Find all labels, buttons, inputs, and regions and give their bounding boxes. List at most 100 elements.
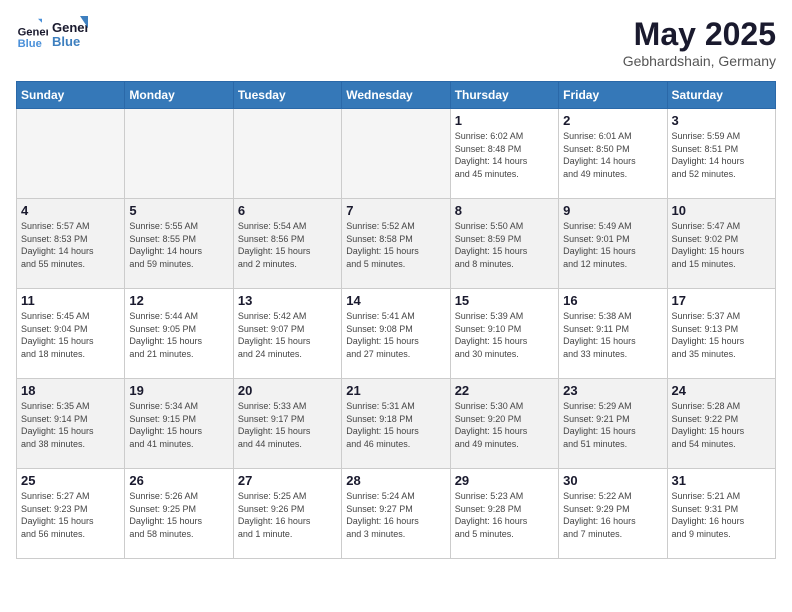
day-info: Sunrise: 5:21 AM Sunset: 9:31 PM Dayligh…: [672, 490, 771, 540]
day-number: 28: [346, 473, 445, 488]
calendar-day-cell: 6 Sunrise: 5:54 AM Sunset: 8:56 PM Daylig…: [233, 199, 341, 289]
day-number: 18: [21, 383, 120, 398]
day-header-tuesday: Tuesday: [233, 82, 341, 109]
day-info: Sunrise: 5:39 AM Sunset: 9:10 PM Dayligh…: [455, 310, 554, 360]
day-info: Sunrise: 5:34 AM Sunset: 9:15 PM Dayligh…: [129, 400, 228, 450]
calendar-header-row: SundayMondayTuesdayWednesdayThursdayFrid…: [17, 82, 776, 109]
page-header: General Blue General Blue May 2025 Gebha…: [16, 16, 776, 69]
calendar-day-cell: 9Sunrise: 5:49 AM Sunset: 9:01 PM Daylig…: [559, 199, 667, 289]
day-info: Sunrise: 5:25 AM Sunset: 9:26 PM Dayligh…: [238, 490, 337, 540]
title-block: May 2025 Gebhardshain, Germany: [623, 16, 776, 69]
calendar-week-row: 4 Sunrise: 5:57 AM Sunset: 8:53 PM Daylig…: [17, 199, 776, 289]
day-info: Sunrise: 5:31 AM Sunset: 9:18 PM Dayligh…: [346, 400, 445, 450]
day-number: 24: [672, 383, 771, 398]
day-info: Sunrise: 5:28 AM Sunset: 9:22 PM Dayligh…: [672, 400, 771, 450]
day-number: 2: [563, 113, 662, 128]
svg-text:General: General: [18, 27, 48, 39]
day-header-sunday: Sunday: [17, 82, 125, 109]
calendar-day-cell: 15 Sunrise: 5:39 AM Sunset: 9:10 PM Dayli…: [450, 289, 558, 379]
location-subtitle: Gebhardshain, Germany: [623, 53, 776, 69]
day-number: 31: [672, 473, 771, 488]
day-number: 27: [238, 473, 337, 488]
calendar-day-cell: 25 Sunrise: 5:27 AM Sunset: 9:23 PM Dayli…: [17, 469, 125, 559]
day-number: 3: [672, 113, 771, 128]
day-info: Sunrise: 5:54 AM Sunset: 8:56 PM Dayligh…: [238, 220, 337, 270]
calendar-week-row: 1 Sunrise: 6:02 AM Sunset: 8:48 PM Daylig…: [17, 109, 776, 199]
calendar-day-cell: 11Sunrise: 5:45 AM Sunset: 9:04 PM Dayli…: [17, 289, 125, 379]
calendar-day-cell: 22 Sunrise: 5:30 AM Sunset: 9:20 PM Dayli…: [450, 379, 558, 469]
day-header-friday: Friday: [559, 82, 667, 109]
day-info: Sunrise: 5:59 AM Sunset: 8:51 PM Dayligh…: [672, 130, 771, 180]
calendar-day-cell: 31 Sunrise: 5:21 AM Sunset: 9:31 PM Dayli…: [667, 469, 775, 559]
calendar-day-cell: 5Sunrise: 5:55 AM Sunset: 8:55 PM Daylig…: [125, 199, 233, 289]
logo: General Blue General Blue: [16, 16, 88, 52]
day-number: 9: [563, 203, 662, 218]
calendar-week-row: 18 Sunrise: 5:35 AM Sunset: 9:14 PM Dayli…: [17, 379, 776, 469]
day-number: 8: [455, 203, 554, 218]
calendar-week-row: 11Sunrise: 5:45 AM Sunset: 9:04 PM Dayli…: [17, 289, 776, 379]
day-header-monday: Monday: [125, 82, 233, 109]
calendar-week-row: 25 Sunrise: 5:27 AM Sunset: 9:23 PM Dayli…: [17, 469, 776, 559]
day-number: 12: [129, 293, 228, 308]
calendar-table: SundayMondayTuesdayWednesdayThursdayFrid…: [16, 81, 776, 559]
day-info: Sunrise: 5:35 AM Sunset: 9:14 PM Dayligh…: [21, 400, 120, 450]
day-info: Sunrise: 5:23 AM Sunset: 9:28 PM Dayligh…: [455, 490, 554, 540]
calendar-day-cell: 16 Sunrise: 5:38 AM Sunset: 9:11 PM Dayli…: [559, 289, 667, 379]
day-number: 25: [21, 473, 120, 488]
day-number: 30: [563, 473, 662, 488]
day-number: 1: [455, 113, 554, 128]
calendar-day-cell: [342, 109, 450, 199]
day-info: Sunrise: 5:27 AM Sunset: 9:23 PM Dayligh…: [21, 490, 120, 540]
logo-icon: General Blue: [16, 18, 48, 50]
day-info: Sunrise: 5:30 AM Sunset: 9:20 PM Dayligh…: [455, 400, 554, 450]
calendar-day-cell: [233, 109, 341, 199]
day-info: Sunrise: 5:22 AM Sunset: 9:29 PM Dayligh…: [563, 490, 662, 540]
day-header-saturday: Saturday: [667, 82, 775, 109]
calendar-day-cell: 17Sunrise: 5:37 AM Sunset: 9:13 PM Dayli…: [667, 289, 775, 379]
day-info: Sunrise: 6:02 AM Sunset: 8:48 PM Dayligh…: [455, 130, 554, 180]
day-number: 16: [563, 293, 662, 308]
svg-text:General: General: [52, 20, 88, 35]
day-number: 26: [129, 473, 228, 488]
day-number: 6: [238, 203, 337, 218]
day-header-thursday: Thursday: [450, 82, 558, 109]
calendar-day-cell: 13Sunrise: 5:42 AM Sunset: 9:07 PM Dayli…: [233, 289, 341, 379]
calendar-day-cell: 4 Sunrise: 5:57 AM Sunset: 8:53 PM Daylig…: [17, 199, 125, 289]
day-info: Sunrise: 5:37 AM Sunset: 9:13 PM Dayligh…: [672, 310, 771, 360]
day-number: 19: [129, 383, 228, 398]
calendar-day-cell: [125, 109, 233, 199]
day-number: 4: [21, 203, 120, 218]
day-number: 23: [563, 383, 662, 398]
day-info: Sunrise: 5:55 AM Sunset: 8:55 PM Dayligh…: [129, 220, 228, 270]
day-number: 11: [21, 293, 120, 308]
day-info: Sunrise: 5:24 AM Sunset: 9:27 PM Dayligh…: [346, 490, 445, 540]
calendar-day-cell: 12 Sunrise: 5:44 AM Sunset: 9:05 PM Dayli…: [125, 289, 233, 379]
day-info: Sunrise: 6:01 AM Sunset: 8:50 PM Dayligh…: [563, 130, 662, 180]
calendar-day-cell: 24 Sunrise: 5:28 AM Sunset: 9:22 PM Dayli…: [667, 379, 775, 469]
day-number: 22: [455, 383, 554, 398]
day-info: Sunrise: 5:33 AM Sunset: 9:17 PM Dayligh…: [238, 400, 337, 450]
calendar-day-cell: 23Sunrise: 5:29 AM Sunset: 9:21 PM Dayli…: [559, 379, 667, 469]
day-number: 29: [455, 473, 554, 488]
calendar-day-cell: 29 Sunrise: 5:23 AM Sunset: 9:28 PM Dayli…: [450, 469, 558, 559]
day-number: 15: [455, 293, 554, 308]
day-number: 20: [238, 383, 337, 398]
day-info: Sunrise: 5:44 AM Sunset: 9:05 PM Dayligh…: [129, 310, 228, 360]
month-title: May 2025: [623, 16, 776, 53]
day-info: Sunrise: 5:26 AM Sunset: 9:25 PM Dayligh…: [129, 490, 228, 540]
day-info: Sunrise: 5:38 AM Sunset: 9:11 PM Dayligh…: [563, 310, 662, 360]
day-info: Sunrise: 5:57 AM Sunset: 8:53 PM Dayligh…: [21, 220, 120, 270]
day-header-wednesday: Wednesday: [342, 82, 450, 109]
svg-text:Blue: Blue: [18, 38, 42, 50]
calendar-day-cell: 3 Sunrise: 5:59 AM Sunset: 8:51 PM Daylig…: [667, 109, 775, 199]
calendar-day-cell: 1 Sunrise: 6:02 AM Sunset: 8:48 PM Daylig…: [450, 109, 558, 199]
day-info: Sunrise: 5:41 AM Sunset: 9:08 PM Dayligh…: [346, 310, 445, 360]
day-number: 14: [346, 293, 445, 308]
calendar-day-cell: 2 Sunrise: 6:01 AM Sunset: 8:50 PM Daylig…: [559, 109, 667, 199]
calendar-day-cell: 21 Sunrise: 5:31 AM Sunset: 9:18 PM Dayli…: [342, 379, 450, 469]
calendar-day-cell: 8 Sunrise: 5:50 AM Sunset: 8:59 PM Daylig…: [450, 199, 558, 289]
day-number: 13: [238, 293, 337, 308]
calendar-day-cell: 18 Sunrise: 5:35 AM Sunset: 9:14 PM Dayli…: [17, 379, 125, 469]
day-number: 21: [346, 383, 445, 398]
day-info: Sunrise: 5:50 AM Sunset: 8:59 PM Dayligh…: [455, 220, 554, 270]
